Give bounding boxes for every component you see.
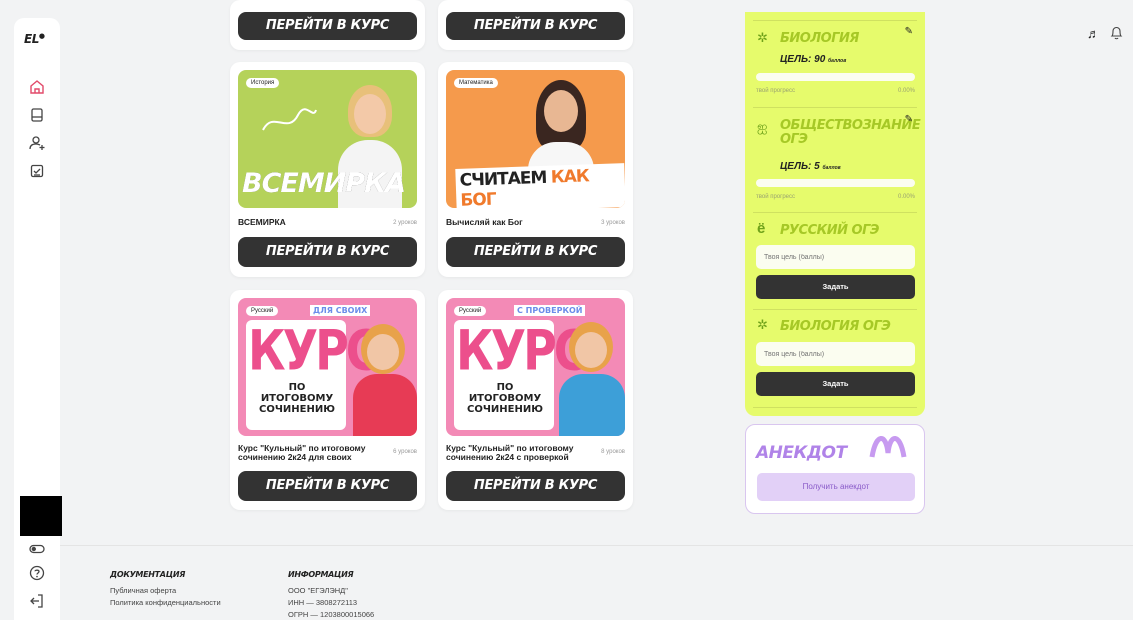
privacy-policy-link[interactable]: Политика конфиденциальности — [110, 598, 221, 607]
joke-title: АНЕКДОТ — [756, 443, 847, 463]
lessons-count: 3 уроков — [601, 220, 625, 226]
goal-subject-russian: РУССКИЙ ОГЭ — [780, 223, 879, 238]
course-title: Курс "Кульный" по итоговому сочинению 2к… — [446, 443, 574, 462]
footer: ДОКУМЕНТАЦИЯ Публичная оферта Политика к… — [60, 545, 1133, 620]
bell-icon[interactable] — [1110, 26, 1123, 43]
book-icon[interactable] — [28, 106, 46, 124]
subject-tag: Математика — [454, 78, 498, 88]
ribbon-label: С ПРОВЕРКОЙ — [514, 305, 586, 316]
person-photo — [353, 322, 417, 436]
go-to-course-button[interactable]: ПЕРЕЙТИ В КУРС — [446, 471, 625, 501]
divider — [753, 107, 917, 108]
course-banner: Русский ДЛЯ СВОИХ КУРС ПО ИТОГОВОМУ СОЧИ… — [238, 298, 417, 436]
ribbon-label: ДЛЯ СВОИХ — [310, 305, 371, 316]
progress-label: твой прогресс — [756, 88, 796, 94]
go-to-course-button[interactable]: ПЕРЕЙТИ В КУРС — [238, 237, 417, 267]
lessons-count: 8 уроков — [601, 449, 625, 455]
logout-icon[interactable] — [28, 592, 46, 610]
docs-heading: ДОКУМЕНТАЦИЯ — [110, 570, 186, 579]
course-title: Вычисляй как Бог — [446, 217, 523, 227]
go-to-course-button[interactable]: ПЕРЕЙТИ В КУРС — [446, 237, 625, 267]
banner-label: СЧИТАЕМ КАК БОГ — [455, 163, 625, 208]
goal-target-biology: ЦЕЛЬ: 90 баллов — [780, 54, 847, 65]
progress-bar-social — [756, 179, 915, 187]
progress-label: твой прогресс — [756, 194, 796, 200]
goals-panel: ✲ БИОЛОГИЯ ✎ ЦЕЛЬ: 90 баллов твой прогре… — [745, 12, 925, 416]
info-heading: ИНФОРМАЦИЯ — [288, 570, 354, 579]
divider — [753, 212, 917, 213]
lessons-count: 6 уроков — [393, 449, 417, 455]
divider — [753, 309, 917, 310]
public-offer-link[interactable]: Публичная оферта — [110, 586, 176, 595]
dna-icon: ✲ — [757, 317, 768, 332]
set-goal-button-russian[interactable]: Задать — [756, 275, 915, 299]
progress-value: 0.00% — [897, 194, 915, 200]
course-card-top-left: ПЕРЕЙТИ В КУРС — [230, 0, 425, 50]
course-title: ВСЕМИРКА — [238, 217, 286, 227]
home-icon[interactable] — [28, 78, 46, 96]
goal-subject-biology-oge: БИОЛОГИЯ ОГЭ — [780, 319, 891, 334]
company-ogrn: ОГРН — 1203800015066 — [288, 610, 375, 619]
course-card-history: История ВСЕМИРКА ВСЕМИРКА 2 уроков ПЕРЕЙ… — [230, 62, 425, 277]
company-inn: ИНН — 3808272113 — [288, 598, 358, 607]
person-photo — [559, 320, 625, 436]
course-banner: История ВСЕМИРКА — [238, 70, 417, 208]
top-actions: ♬ — [1087, 26, 1123, 43]
go-to-course-button[interactable]: ПЕРЕЙТИ В КУРС — [238, 12, 417, 40]
course-banner: Математика СЧИТАЕМ КАК БОГ — [446, 70, 625, 208]
subject-tag: Русский — [454, 306, 487, 316]
checklist-icon[interactable] — [28, 162, 46, 180]
course-card-math: Математика СЧИТАЕМ КАК БОГ Вычисляй как … — [438, 62, 633, 277]
redacted-block — [20, 496, 62, 536]
divider — [753, 407, 917, 408]
banner-subtitle: ПО ИТОГОВОМУ СОЧИНЕНИЮ — [467, 382, 543, 415]
pencil-icon[interactable]: ✎ — [905, 26, 913, 37]
banner-subtitle: ПО ИТОГОВОМУ СОЧИНЕНИЮ — [259, 382, 335, 415]
people-icon: ஐ — [757, 119, 768, 134]
joke-card: АНЕКДОТ Получить анекдот — [745, 424, 925, 514]
theme-toggle-icon[interactable] — [28, 540, 46, 558]
progress-bar-biology — [756, 73, 915, 81]
go-to-course-button[interactable]: ПЕРЕЙТИ В КУРС — [446, 12, 625, 40]
get-joke-button[interactable]: Получить анекдот — [757, 473, 915, 501]
course-card-essay-own: Русский ДЛЯ СВОИХ КУРС ПО ИТОГОВОМУ СОЧИ… — [230, 290, 425, 510]
banner-title: ВСЕМИРКА — [242, 168, 406, 199]
go-to-course-button[interactable]: ПЕРЕЙТИ В КУРС — [238, 471, 417, 501]
goal-input-biology-oge[interactable] — [756, 342, 915, 366]
goal-subject-biology: БИОЛОГИЯ — [780, 31, 859, 46]
course-card-essay-review: Русский С ПРОВЕРКОЙ КУРС ПО ИТОГОВОМУ СО… — [438, 290, 633, 510]
subject-tag: История — [246, 78, 280, 88]
set-goal-button-biology-oge[interactable]: Задать — [756, 372, 915, 396]
lessons-count: 2 уроков — [393, 220, 417, 226]
goal-target-social: ЦЕЛЬ: 5 баллов — [780, 161, 841, 172]
course-card-top-right: ПЕРЕЙТИ В КУРС — [438, 0, 633, 50]
letter-yo-icon: ё — [757, 220, 766, 237]
help-icon[interactable] — [28, 564, 46, 582]
course-banner: Русский С ПРОВЕРКОЙ КУРС ПО ИТОГОВОМУ СО… — [446, 298, 625, 436]
progress-value: 0.00% — [897, 88, 915, 94]
divider — [753, 20, 917, 21]
dna-icon: ✲ — [757, 30, 768, 45]
pencil-icon[interactable]: ✎ — [905, 114, 913, 125]
course-title: Курс "Кульный" по итоговому сочинению 2к… — [238, 443, 366, 462]
goal-input-russian[interactable] — [756, 245, 915, 269]
goal-subject-social: ОБЩЕСТВОЗНАНИЕ ОГЭ — [780, 118, 921, 147]
add-user-icon[interactable] — [28, 134, 46, 152]
decoration-icon — [869, 436, 907, 458]
music-icon[interactable]: ♬ — [1087, 26, 1100, 43]
subject-tag: Русский — [246, 306, 279, 316]
app-logo[interactable]: EL● — [24, 32, 45, 46]
company-name: ООО "ЕГЭЛЭНД" — [288, 586, 348, 595]
